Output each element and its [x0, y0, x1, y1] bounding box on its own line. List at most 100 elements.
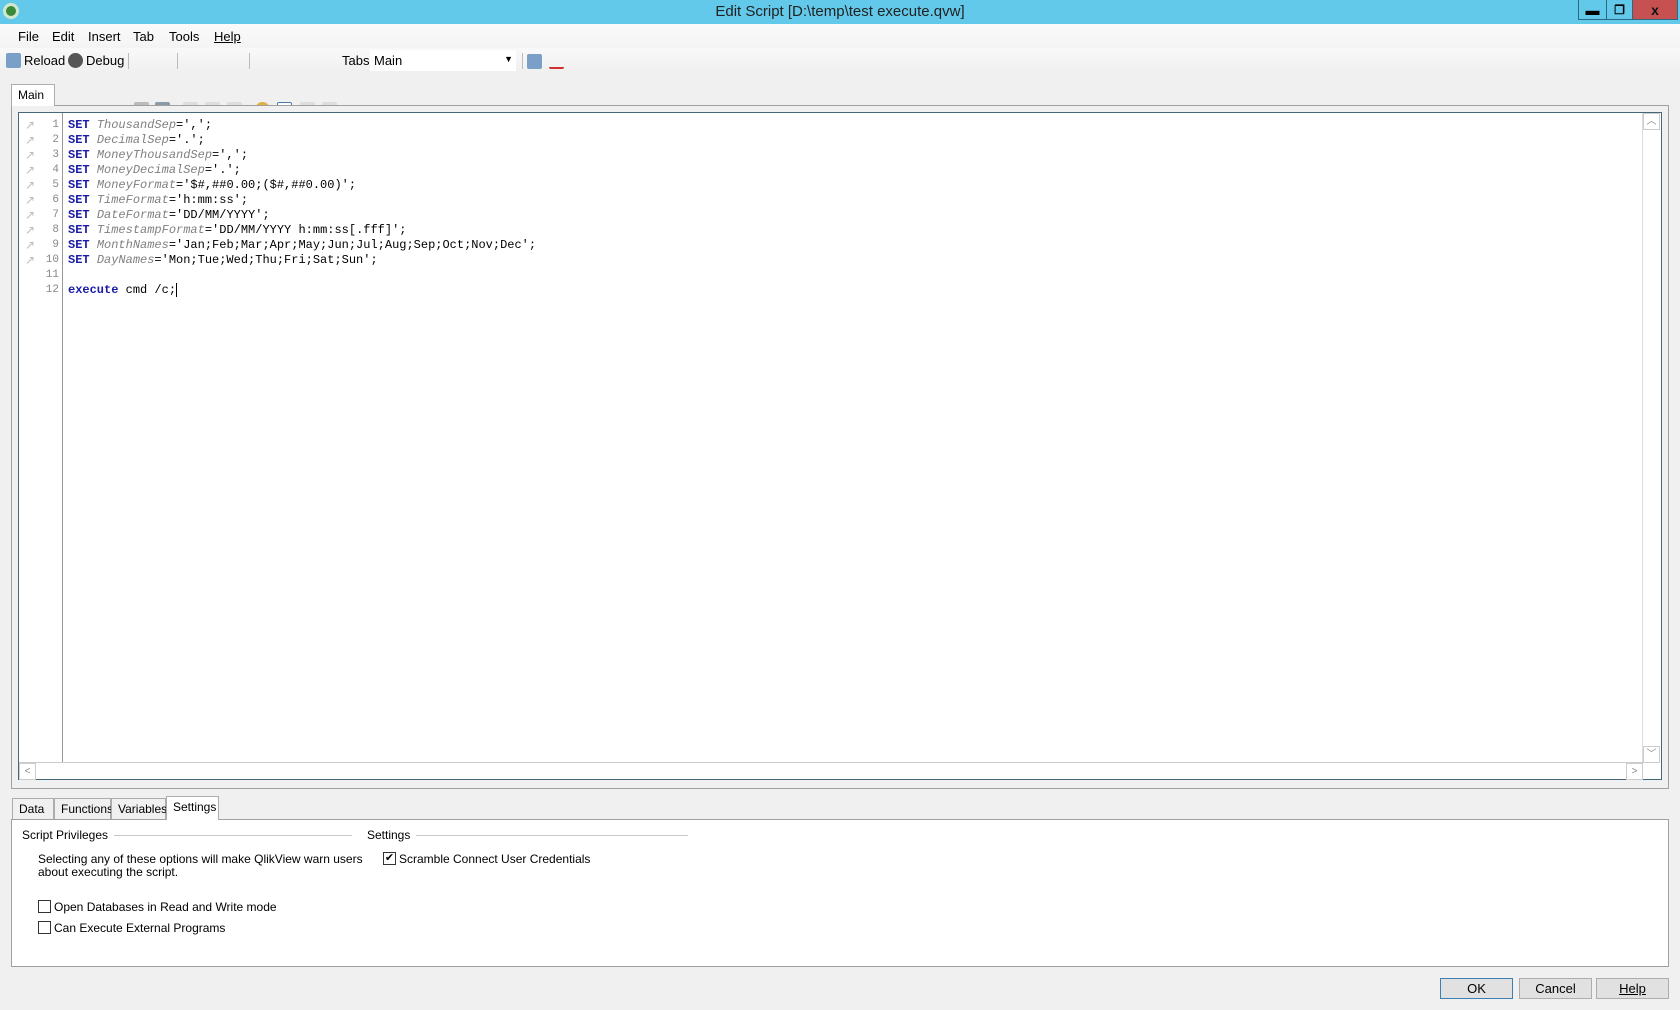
vertical-scrollbar[interactable]: ︿ ﹀ — [1642, 113, 1661, 763]
scramble-label: Scramble Connect User Credentials — [399, 852, 591, 866]
tab-variables[interactable]: Variables — [111, 798, 167, 820]
tab-functions[interactable]: Functions — [54, 798, 113, 820]
separator — [177, 53, 178, 69]
title-bar: Edit Script [D:\temp\test execute.qvw] ▬… — [0, 0, 1680, 24]
code-line[interactable]: SET DateFormat='DD/MM/YYYY'; — [68, 208, 270, 222]
code-line[interactable]: SET MonthNames='Jan;Feb;Mar;Apr;May;Jun;… — [68, 238, 536, 252]
tab-select-dropdown[interactable]: Main ▼ — [370, 50, 516, 71]
debug-bug-icon — [68, 53, 83, 68]
script-editor[interactable]: 1 ↗ SET ThousandSep=','; 2 ↗ SET DecimalSep='… — [18, 112, 1662, 780]
tab-main[interactable]: Main — [11, 84, 55, 106]
bookmark-pin-icon[interactable]: ↗ — [25, 193, 37, 207]
variable-name: TimestampFormat — [96, 223, 205, 237]
tab-data[interactable]: Data — [12, 798, 54, 820]
code-line[interactable]: SET DecimalSep='.'; — [68, 133, 205, 147]
variable-name: MoneyDecimalSep — [96, 163, 205, 177]
keyword: SET — [68, 253, 90, 267]
bookmark-pin-icon[interactable]: ↗ — [25, 208, 37, 222]
bookmark-pin-icon[interactable]: ↗ — [25, 163, 37, 177]
value: ='.'; — [168, 133, 205, 147]
cancel-button[interactable]: Cancel — [1519, 978, 1592, 999]
keyword: SET — [68, 163, 90, 177]
variable-name: TimeFormat — [96, 193, 169, 207]
value: ='.'; — [204, 163, 241, 177]
code-line[interactable]: SET MoneyFormat='$#,##0.00;($#,##0.00)'; — [68, 178, 356, 192]
variable-name: DateFormat — [96, 208, 169, 222]
value: ='h:mm:ss'; — [168, 193, 249, 207]
scroll-down-icon[interactable]: ﹀ — [1643, 746, 1660, 763]
code-line[interactable]: execute cmd /c; — [68, 283, 178, 297]
bookmark-pin-icon[interactable]: ↗ — [25, 118, 37, 132]
divider — [102, 835, 352, 836]
menu-file[interactable]: File — [18, 29, 39, 44]
value: =','; — [212, 148, 249, 162]
close-button[interactable]: x — [1632, 0, 1678, 20]
scramble-checkbox[interactable]: ✔ — [383, 852, 396, 865]
bookmark-pin-icon[interactable]: ↗ — [25, 148, 37, 162]
variable-name: DecimalSep — [96, 133, 169, 147]
keyword: SET — [68, 238, 90, 252]
bookmark-pin-icon[interactable]: ↗ — [25, 133, 37, 147]
scroll-left-icon[interactable]: < — [19, 763, 36, 780]
scroll-right-icon[interactable]: > — [1626, 763, 1643, 780]
keyword: SET — [68, 208, 90, 222]
tab-select-value: Main — [374, 53, 403, 68]
restore-button[interactable]: ❐ — [1606, 0, 1633, 20]
code-line[interactable]: SET DayNames='Mon;Tue;Wed;Thu;Fri;Sat;Su… — [68, 253, 378, 267]
privileges-note: Selecting any of these options will make… — [38, 852, 363, 866]
menu-tools[interactable]: Tools — [169, 29, 199, 44]
variable-name: ThousandSep — [96, 118, 177, 132]
menu-bar: File Edit Insert Tab Tools Help — [0, 24, 1680, 48]
keyword: SET — [68, 178, 90, 192]
variable-name: MoneyThousandSep — [96, 148, 213, 162]
tab-settings[interactable]: Settings — [166, 796, 219, 820]
menu-tab[interactable]: Tab — [133, 29, 154, 44]
can-execute-label: Can Execute External Programs — [54, 921, 226, 935]
keyword: SET — [68, 148, 90, 162]
reload-button[interactable]: Reload — [6, 53, 65, 68]
menu-help[interactable]: Help — [214, 29, 241, 44]
open-db-rw-label: Open Databases in Read and Write mode — [54, 900, 277, 914]
tabs-label: Tabs — [342, 53, 370, 68]
divider — [412, 835, 688, 836]
keyword: SET — [68, 193, 90, 207]
bookmark-pin-icon[interactable]: ↗ — [25, 253, 37, 267]
bookmark-pin-icon[interactable]: ↗ — [25, 223, 37, 237]
table-viewer-icon[interactable] — [527, 54, 542, 69]
code-line[interactable]: SET MoneyDecimalSep='.'; — [68, 163, 241, 177]
minimize-button[interactable]: ▬ — [1578, 0, 1607, 20]
horizontal-scrollbar[interactable]: < > — [19, 762, 1643, 780]
ok-button[interactable]: OK — [1440, 978, 1513, 999]
variable-name: MonthNames — [96, 238, 169, 252]
script-privileges-title: Script Privileges — [22, 828, 115, 842]
chevron-down-icon: ▼ — [504, 54, 513, 64]
can-execute-checkbox[interactable] — [38, 921, 51, 934]
code-line[interactable]: SET TimeFormat='h:mm:ss'; — [68, 193, 248, 207]
reload-icon — [6, 53, 21, 68]
menu-insert[interactable]: Insert — [88, 29, 121, 44]
value: ='DD/MM/YYYY'; — [168, 208, 270, 222]
syntax-check-icon[interactable] — [549, 54, 564, 69]
code-line[interactable]: SET TimestampFormat='DD/MM/YYYY h:mm:ss[… — [68, 223, 406, 237]
help-button[interactable]: Help — [1596, 978, 1669, 999]
value: ='Jan;Feb;Mar;Apr;May;Jun;Jul;Aug;Sep;Oc… — [168, 238, 537, 252]
debug-button[interactable]: Debug — [68, 53, 124, 68]
bookmark-pin-icon[interactable]: ↗ — [25, 238, 37, 252]
window-title: Edit Script [D:\temp\test execute.qvw] — [715, 3, 965, 20]
keyword: SET — [68, 133, 90, 147]
value: =','; — [176, 118, 213, 132]
toolbar: Reload Debug Tabs — [0, 48, 1680, 117]
code-line[interactable]: SET MoneyThousandSep=','; — [68, 148, 248, 162]
bookmark-pin-icon[interactable]: ↗ — [25, 178, 37, 192]
settings-title: Settings — [367, 828, 417, 842]
settings-panel: Script Privileges Settings Selecting any… — [11, 819, 1669, 967]
privileges-note-2: about executing the script. — [38, 865, 179, 879]
code-line[interactable]: SET ThousandSep=','; — [68, 118, 212, 132]
reload-label: Reload — [24, 53, 66, 68]
separator — [249, 53, 250, 69]
text-cursor — [176, 283, 178, 297]
menu-edit[interactable]: Edit — [52, 29, 74, 44]
scroll-up-icon[interactable]: ︿ — [1643, 113, 1660, 130]
open-db-rw-checkbox[interactable] — [38, 900, 51, 913]
line-number: 11 — [45, 269, 59, 281]
